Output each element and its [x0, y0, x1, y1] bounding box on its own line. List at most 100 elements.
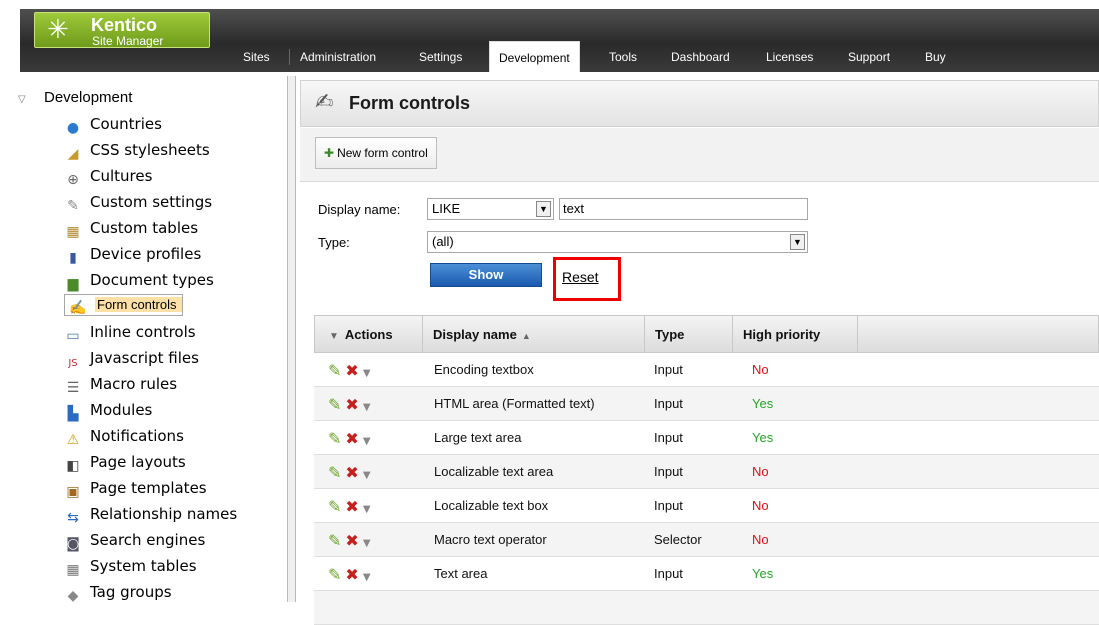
edit-pencil-icon[interactable]: ✎ [328, 464, 341, 482]
chevron-down-icon[interactable]: ▼ [363, 535, 371, 553]
delete-x-icon[interactable]: ✖ [345, 430, 358, 448]
edit-pencil-icon[interactable]: ✎ [328, 362, 341, 380]
pane-splitter[interactable] [287, 76, 296, 602]
nav-tools[interactable]: Tools [609, 50, 637, 64]
table-row[interactable]: ✎ ✖ ▼ Text area Input Yes [314, 557, 1099, 591]
table-row[interactable]: ✎ ✖ ▼ Large text area Input Yes [314, 421, 1099, 455]
tree-item-modules[interactable]: ▙ Modules [64, 398, 153, 422]
tree-item-cultures[interactable]: ⊕ Cultures [64, 164, 152, 188]
row-actions: ✎ ✖ ▼ [328, 361, 375, 380]
tree-item-document-types[interactable]: ▆ Document types [64, 268, 214, 292]
globe-outline-icon: ⊕ [67, 172, 79, 188]
cell-display-name: Macro text operator [434, 532, 547, 547]
brush-icon: ◢ [67, 146, 79, 162]
cell-high-priority: No [752, 532, 769, 547]
tree-item-system-tables[interactable]: ▦ System tables [64, 554, 196, 578]
row-actions: ✎ ✖ ▼ [328, 429, 375, 448]
cell-high-priority: Yes [752, 566, 774, 581]
chevron-down-icon[interactable]: ▼ [363, 501, 371, 519]
nav-dashboard[interactable]: Dashboard [671, 50, 730, 64]
table-row[interactable]: ✎ ✖ ▼ HTML area (Formatted text) Input Yes [314, 387, 1099, 421]
form-control-icon: ✍ [315, 90, 334, 115]
table-icon: ▦ [66, 224, 80, 240]
nav-administration[interactable]: Administration [300, 50, 376, 64]
cell-high-priority: No [752, 464, 769, 479]
chevron-down-icon[interactable]: ▼ [329, 331, 339, 342]
col-type[interactable]: Type [645, 316, 733, 353]
chevron-down-icon[interactable]: ▼ [536, 201, 551, 217]
chevron-down-icon[interactable]: ▼ [363, 569, 371, 587]
col-actions[interactable]: ▼ Actions [315, 316, 423, 353]
cell-display-name: Encoding textbox [434, 362, 534, 377]
edit-pencil-icon[interactable]: ✎ [328, 498, 341, 516]
tree-item-custom-settings[interactable]: ✎ Custom settings [64, 190, 212, 214]
tree-item-countries[interactable]: ● Countries [64, 112, 162, 136]
delete-x-icon[interactable]: ✖ [345, 396, 358, 414]
nav-licenses[interactable]: Licenses [766, 50, 813, 64]
show-button[interactable]: Show [430, 263, 542, 287]
operator-value: LIKE [432, 201, 461, 216]
new-form-control-label: New form control [337, 146, 428, 160]
cell-type: Input [654, 566, 683, 581]
delete-x-icon[interactable]: ✖ [345, 498, 358, 516]
tree-item-search-engines[interactable]: ◙ Search engines [64, 528, 205, 552]
chevron-down-icon[interactable]: ▼ [790, 234, 805, 250]
reset-link[interactable]: Reset [562, 269, 599, 285]
globe-icon: ● [66, 120, 80, 136]
col-display-name[interactable]: Display name ▲ [423, 316, 645, 353]
cell-display-name: Text area [434, 566, 488, 581]
cell-high-priority: No [752, 498, 769, 513]
main-nav: Sites Administration Settings Developmen… [0, 37, 1099, 72]
nav-development[interactable]: Development [489, 41, 580, 72]
table-row[interactable]: ✎ ✖ ▼ Localizable text area Input No [314, 455, 1099, 489]
chevron-down-icon[interactable]: ▼ [363, 399, 371, 417]
nav-sites[interactable]: Sites [243, 50, 270, 64]
display-name-input[interactable]: text [559, 198, 808, 220]
tree-item-page-layouts[interactable]: ◧ Page layouts [64, 450, 185, 474]
display-name-label: Display name: [318, 202, 401, 217]
col-high-priority[interactable]: High priority [733, 316, 858, 353]
collapse-triangle-icon[interactable]: ▽ [18, 94, 32, 105]
tree-root-label: Development [44, 89, 133, 106]
chevron-down-icon[interactable]: ▼ [363, 433, 371, 451]
nav-buy[interactable]: Buy [925, 50, 946, 64]
tree-root-development[interactable]: ▽ Development [18, 89, 132, 106]
delete-x-icon[interactable]: ✖ [345, 362, 358, 380]
table-row[interactable]: ✎ ✖ ▼ Localizable text box Input No [314, 489, 1099, 523]
tree-item-notifications[interactable]: ⚠ Notifications [64, 424, 184, 448]
relationship-icon: ⇆ [67, 510, 79, 526]
delete-x-icon[interactable]: ✖ [345, 566, 358, 584]
type-select[interactable]: (all) ▼ [427, 231, 808, 253]
tree-item-tag-groups[interactable]: ◆ Tag groups [64, 580, 172, 604]
table-row-partial[interactable] [314, 591, 1099, 625]
tree-item-custom-tables[interactable]: ▦ Custom tables [64, 216, 198, 240]
chevron-down-icon[interactable]: ▼ [363, 467, 371, 485]
sidebar-tree: ▽ Development ● Countries ◢ CSS stylesheets… [0, 76, 285, 604]
delete-x-icon[interactable]: ✖ [345, 464, 358, 482]
device-icon: ▮ [69, 250, 77, 266]
chevron-down-icon[interactable]: ▼ [363, 365, 371, 383]
nav-support[interactable]: Support [848, 50, 890, 64]
edit-pencil-icon[interactable]: ✎ [328, 430, 341, 448]
edit-pencil-icon[interactable]: ✎ [328, 566, 341, 584]
tree-item-javascript-files[interactable]: JS Javascript files [64, 346, 199, 370]
nav-settings[interactable]: Settings [419, 50, 462, 64]
tree-item-form-controls[interactable]: ✍ Form controls [64, 294, 184, 316]
new-form-control-button[interactable]: ✚ New form control [315, 137, 437, 169]
page-title: Form controls [349, 93, 471, 113]
notification-icon: ⚠ [66, 432, 80, 448]
tree-item-device-profiles[interactable]: ▮ Device profiles [64, 242, 201, 266]
page-title-bar: ✍ Form controls [300, 80, 1099, 127]
tree-item-relationship-names[interactable]: ⇆ Relationship names [64, 502, 237, 526]
tree-item-css-stylesheets[interactable]: ◢ CSS stylesheets [64, 138, 210, 162]
table-row[interactable]: ✎ ✖ ▼ Encoding textbox Input No [314, 353, 1099, 387]
tree-item-macro-rules[interactable]: ☰ Macro rules [64, 372, 177, 396]
tree-item-page-templates[interactable]: ▣ Page templates [64, 476, 206, 500]
operator-select[interactable]: LIKE ▼ [427, 198, 554, 220]
table-row[interactable]: ✎ ✖ ▼ Macro text operator Selector No [314, 523, 1099, 557]
edit-pencil-icon[interactable]: ✎ [328, 396, 341, 414]
delete-x-icon[interactable]: ✖ [345, 532, 358, 550]
edit-pencil-icon[interactable]: ✎ [328, 532, 341, 550]
cell-high-priority: Yes [752, 396, 774, 411]
tree-item-inline-controls[interactable]: ▭ Inline controls [64, 320, 195, 344]
